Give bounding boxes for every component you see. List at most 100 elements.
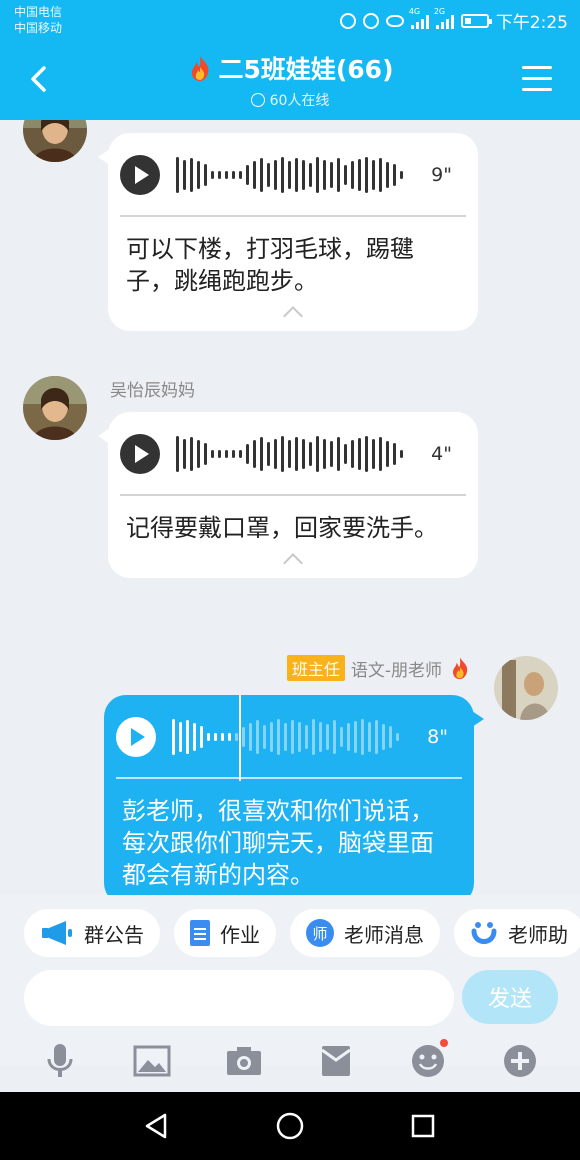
sender-name: 语文-朋老师 (350, 660, 442, 681)
teacher-messages-button[interactable]: 师 老师消息 (290, 909, 440, 957)
teacher-icon: 师 (306, 919, 334, 947)
system-nav-bar (0, 1092, 580, 1160)
wave-bar (365, 436, 368, 472)
wave-bar (400, 171, 403, 179)
wave-bar (361, 719, 364, 755)
carrier-info: 中国电信 中国移动 (14, 4, 62, 36)
signal-icon-2: 2G (434, 7, 454, 29)
avatar-sender-1[interactable] (23, 120, 87, 162)
wave-bar (400, 450, 403, 458)
wave-bar (263, 725, 266, 749)
chat-area[interactable]: 9" 可以下楼，打羽毛球，踢毽子，跳绳跑跑步。 吴怡辰妈妈 4" 记得要戴口罩，… (0, 120, 580, 895)
wave-bar (351, 440, 354, 468)
avatar-image (23, 376, 87, 440)
wave-bar (260, 158, 263, 192)
play-button[interactable] (120, 434, 160, 474)
menu-button[interactable] (522, 66, 552, 92)
more-button[interactable] (500, 1041, 540, 1081)
wave-bar (200, 726, 203, 748)
wave-bar (179, 722, 182, 752)
emoji-button[interactable] (408, 1038, 448, 1081)
image-icon (133, 1045, 171, 1076)
battery-icon (460, 13, 492, 28)
wave-bar (246, 444, 249, 464)
wave-bar (379, 158, 382, 192)
message-bubble-3[interactable]: 8" 彭老师，很喜欢和你们说话，每次跟你们聊完天，脑袋里面都会有新的内容。 (104, 695, 484, 895)
message-bubble-2[interactable]: 4" 记得要戴口罩，回家要洗手。 (98, 412, 478, 578)
wave-bar (183, 439, 186, 469)
camera-button[interactable] (224, 1041, 264, 1081)
wave-bar (330, 162, 333, 188)
wave-bar (372, 439, 375, 469)
transcript-text: 彭老师，很喜欢和你们说话，每次跟你们聊完天，脑袋里面都会有新的内容。 (122, 797, 434, 889)
group-title-text: 二5班娃娃(66) (218, 55, 394, 84)
clock: 下午2:25 (495, 13, 568, 33)
red-packet-button[interactable] (316, 1041, 356, 1081)
wave-bar (354, 721, 357, 753)
play-button[interactable] (116, 717, 156, 757)
voice-duration: 4" (431, 443, 452, 465)
wave-bar (232, 450, 235, 458)
wave-bar (190, 437, 193, 471)
wave-bar (302, 160, 305, 190)
wave-bar (239, 450, 242, 458)
wave-bar (214, 733, 217, 741)
wave-bar (176, 436, 179, 472)
wave-bar (319, 722, 322, 752)
chip-label: 群公告 (84, 922, 144, 947)
fire-icon (453, 657, 468, 680)
wave-bar (347, 723, 350, 751)
homework-button[interactable]: 作业 (174, 909, 276, 957)
nav-home-button[interactable] (270, 1106, 310, 1146)
nav-back-button[interactable] (137, 1106, 177, 1146)
title-area[interactable]: 二5班娃娃(66) 60人在线 (0, 50, 580, 110)
message-input[interactable] (24, 970, 454, 1026)
plus-icon (504, 1044, 536, 1077)
wave-bar (274, 160, 277, 190)
wave-bar (225, 171, 228, 179)
wave-bar (309, 163, 312, 187)
wave-bar (253, 440, 256, 468)
wave-bar (291, 720, 294, 754)
voice-button[interactable] (40, 1041, 80, 1081)
wave-bar (295, 437, 298, 471)
header-bar: 中国电信 中国移动 4G 2G 下午2:25 二5班娃娃(66) 60人在线 (0, 0, 580, 120)
image-button[interactable] (132, 1041, 172, 1081)
wave-bar (267, 442, 270, 466)
wave-bar (190, 158, 193, 192)
avatar-self[interactable] (494, 656, 558, 720)
send-button[interactable]: 发送 (462, 970, 558, 1024)
wave-bar (218, 171, 221, 179)
play-button[interactable] (120, 155, 160, 195)
chip-label: 作业 (220, 922, 260, 947)
wave-bar (316, 157, 319, 193)
wave-bar (235, 733, 238, 741)
collapse-chevron-icon[interactable] (120, 544, 466, 578)
red-packet-icon (321, 1045, 351, 1076)
wave-bar (183, 160, 186, 190)
wave-bar (358, 159, 361, 191)
avatar-sender-2[interactable] (23, 376, 87, 440)
wave-bar (337, 437, 340, 471)
teacher-assistant-button[interactable]: 老师助 (454, 909, 580, 957)
document-icon (190, 920, 210, 946)
wave-bar (326, 724, 329, 750)
wave-bar (340, 727, 343, 747)
message-bubble-1[interactable]: 9" 可以下楼，打羽毛球，踢毽子，跳绳跑跑步。 (98, 133, 478, 331)
wave-bar (281, 436, 284, 472)
wave-bar (246, 165, 249, 185)
wave-bar (197, 161, 200, 189)
collapse-chevron-icon[interactable] (120, 297, 466, 331)
wave-bar (295, 158, 298, 192)
wave-bar (358, 438, 361, 470)
input-toolbar (0, 1033, 580, 1088)
announcement-button[interactable]: 群公告 (24, 909, 160, 957)
signal-icon-1: 4G (409, 7, 429, 29)
status-icons: 4G 2G 下午2:25 (339, 7, 568, 33)
wave-bar (249, 723, 252, 751)
online-count: 60人在线 (0, 90, 580, 110)
wave-bar (396, 733, 399, 741)
wave-bar (298, 722, 301, 752)
voice-duration: 8" (427, 726, 448, 748)
nav-recents-button[interactable] (403, 1106, 443, 1146)
